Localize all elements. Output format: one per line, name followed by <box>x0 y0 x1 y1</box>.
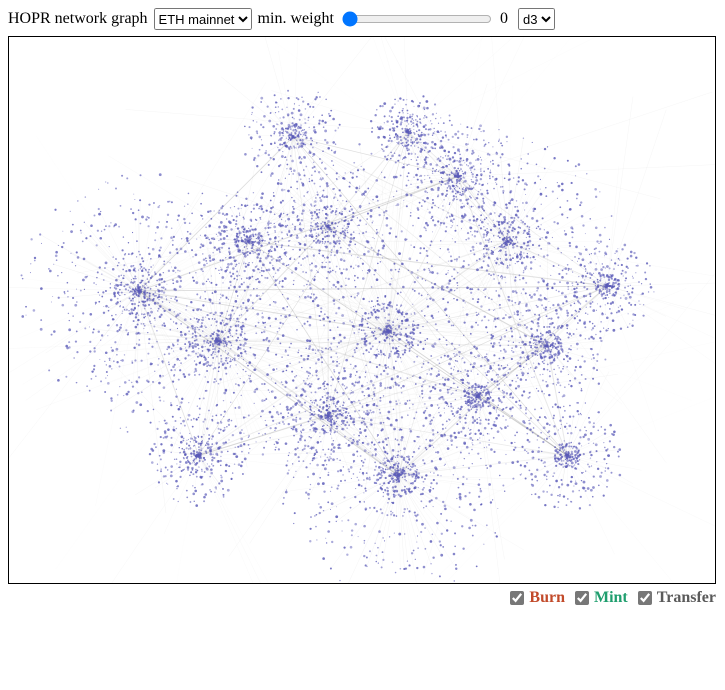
legend-transfer-label: Transfer <box>657 589 716 607</box>
min-weight-slider[interactable] <box>342 11 492 27</box>
min-weight-label: min. weight <box>258 10 334 28</box>
min-weight-value: 0 <box>500 10 512 28</box>
legend-burn[interactable]: Burn <box>506 588 565 608</box>
app-title: HOPR network graph <box>8 10 148 28</box>
legend: Burn Mint Transfer <box>8 588 716 608</box>
renderer-select[interactable]: d3 <box>518 8 555 30</box>
legend-transfer-checkbox[interactable] <box>638 591 652 605</box>
legend-burn-checkbox[interactable] <box>510 591 524 605</box>
legend-mint-label: Mint <box>594 589 628 607</box>
network-graph-canvas[interactable] <box>8 36 716 584</box>
toolbar: HOPR network graph ETH mainnet min. weig… <box>8 8 717 30</box>
network-select[interactable]: ETH mainnet <box>154 8 252 30</box>
legend-mint[interactable]: Mint <box>571 588 628 608</box>
legend-mint-checkbox[interactable] <box>575 591 589 605</box>
legend-burn-label: Burn <box>529 589 565 607</box>
legend-transfer[interactable]: Transfer <box>634 588 716 608</box>
network-graph-svg <box>9 37 715 583</box>
